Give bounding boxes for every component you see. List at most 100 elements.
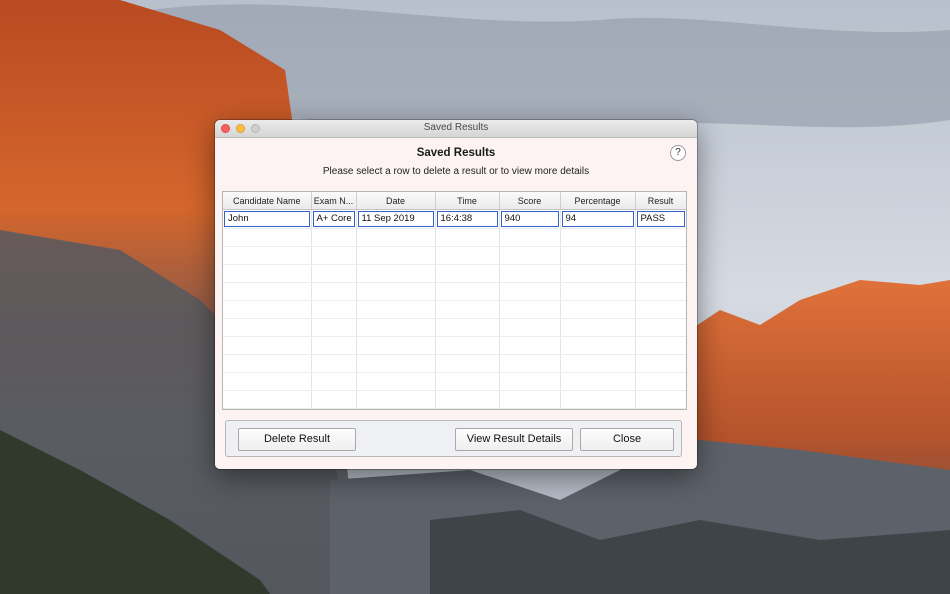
window-title: Saved Results: [423, 122, 489, 133]
table-cell-empty: [356, 354, 436, 373]
table-cell-empty: [560, 300, 636, 319]
table-row-empty[interactable]: [223, 336, 686, 355]
table-cell-empty: [560, 264, 636, 283]
table-cell-empty: [311, 318, 357, 337]
table-cell-empty: [499, 246, 561, 265]
table-cell-empty: [356, 390, 436, 409]
table-cell-empty: [499, 264, 561, 283]
cell-time[interactable]: 16:4:38: [436, 211, 498, 227]
table-cell-empty: [311, 354, 357, 373]
table-cell-empty: [499, 228, 561, 247]
table-cell-empty: [311, 390, 357, 409]
table-cell-empty: [311, 336, 357, 355]
table-cell-empty: [356, 246, 436, 265]
table-body: John A+ Core 11 Sep 2019 16:4:38 940 94 …: [223, 209, 686, 409]
help-button[interactable]: ?: [670, 145, 686, 161]
table-cell-empty: [435, 264, 500, 283]
table-cell-empty: [635, 300, 686, 319]
table-cell-empty: [356, 282, 436, 301]
table-row-empty[interactable]: [223, 300, 686, 319]
table-cell-empty: [435, 300, 500, 319]
cell-score[interactable]: 940: [500, 211, 559, 227]
table-row[interactable]: John A+ Core 11 Sep 2019 16:4:38 940 94 …: [223, 209, 686, 229]
cell-exam-name[interactable]: A+ Core: [312, 211, 355, 227]
table-cell-empty: [499, 318, 561, 337]
table-cell-empty: [635, 318, 686, 337]
close-button[interactable]: Close: [580, 428, 674, 451]
column-header-candidate-name[interactable]: Candidate Name: [223, 192, 312, 210]
delete-result-button[interactable]: Delete Result: [238, 428, 356, 451]
table-cell-empty: [223, 318, 312, 337]
column-header-result[interactable]: Result: [635, 192, 686, 210]
table-cell-empty: [223, 354, 312, 373]
cell-result[interactable]: PASS: [636, 211, 685, 227]
column-header-percentage[interactable]: Percentage: [560, 192, 636, 210]
table-cell-empty: [356, 372, 436, 391]
table-cell-empty: [499, 300, 561, 319]
table-cell-empty: [311, 282, 357, 301]
table-cell-empty: [560, 228, 636, 247]
title-bar[interactable]: Saved Results: [215, 120, 697, 138]
table-row-empty[interactable]: [223, 390, 686, 409]
table-cell-empty: [435, 282, 500, 301]
table-cell-empty: [560, 354, 636, 373]
cell-date[interactable]: 11 Sep 2019: [357, 211, 434, 227]
dialog-heading: Saved Results: [416, 147, 496, 159]
column-header-score[interactable]: Score: [499, 192, 561, 210]
cell-percentage[interactable]: 94: [561, 211, 634, 227]
table-cell-empty: [356, 300, 436, 319]
table-cell-empty: [223, 390, 312, 409]
table-row-empty[interactable]: [223, 372, 686, 391]
table-cell-empty: [560, 390, 636, 409]
table-cell-empty: [499, 354, 561, 373]
results-table[interactable]: Candidate Name Exam N... Date Time Score…: [222, 191, 687, 410]
table-cell-empty: [435, 318, 500, 337]
table-cell-empty: [435, 228, 500, 247]
table-cell-empty: [311, 300, 357, 319]
table-cell-empty: [560, 318, 636, 337]
table-cell-empty: [223, 246, 312, 265]
table-cell-empty: [635, 282, 686, 301]
table-cell-empty: [311, 228, 357, 247]
column-header-time[interactable]: Time: [435, 192, 500, 210]
table-cell-empty: [223, 228, 312, 247]
table-cell-empty: [435, 354, 500, 373]
table-cell-empty: [635, 372, 686, 391]
column-header-exam-name[interactable]: Exam N...: [311, 192, 357, 210]
table-cell-empty: [435, 390, 500, 409]
table-cell-empty: [435, 372, 500, 391]
table-cell-empty: [499, 372, 561, 391]
table-cell-empty: [356, 336, 436, 355]
table-cell-empty: [560, 372, 636, 391]
table-row-empty[interactable]: [223, 318, 686, 337]
table-cell-empty: [356, 228, 436, 247]
table-cell-empty: [560, 282, 636, 301]
table-row-empty[interactable]: [223, 354, 686, 373]
table-cell-empty: [356, 318, 436, 337]
table-cell-empty: [635, 390, 686, 409]
table-cell-empty: [560, 246, 636, 265]
table-cell-empty: [223, 264, 312, 283]
table-cell-empty: [635, 354, 686, 373]
table-cell-empty: [435, 336, 500, 355]
table-cell-empty: [635, 228, 686, 247]
table-cell-empty: [635, 264, 686, 283]
view-result-details-button[interactable]: View Result Details: [455, 428, 573, 451]
table-row-empty[interactable]: [223, 264, 686, 283]
cell-candidate-name[interactable]: John: [224, 211, 310, 227]
column-header-date[interactable]: Date: [356, 192, 436, 210]
saved-results-window: Saved Results Saved Results Please selec…: [215, 120, 697, 469]
table-cell-empty: [223, 336, 312, 355]
table-row-empty[interactable]: [223, 282, 686, 301]
table-row-empty[interactable]: [223, 246, 686, 265]
table-cell-empty: [311, 246, 357, 265]
table-header-row: Candidate Name Exam N... Date Time Score…: [223, 192, 686, 210]
table-cell-empty: [223, 300, 312, 319]
table-cell-empty: [499, 336, 561, 355]
table-cell-empty: [635, 336, 686, 355]
table-cell-empty: [635, 246, 686, 265]
dialog-instructions: Please select a row to delete a result o…: [322, 166, 590, 177]
table-row-empty[interactable]: [223, 228, 686, 247]
table-cell-empty: [499, 282, 561, 301]
table-cell-empty: [223, 282, 312, 301]
